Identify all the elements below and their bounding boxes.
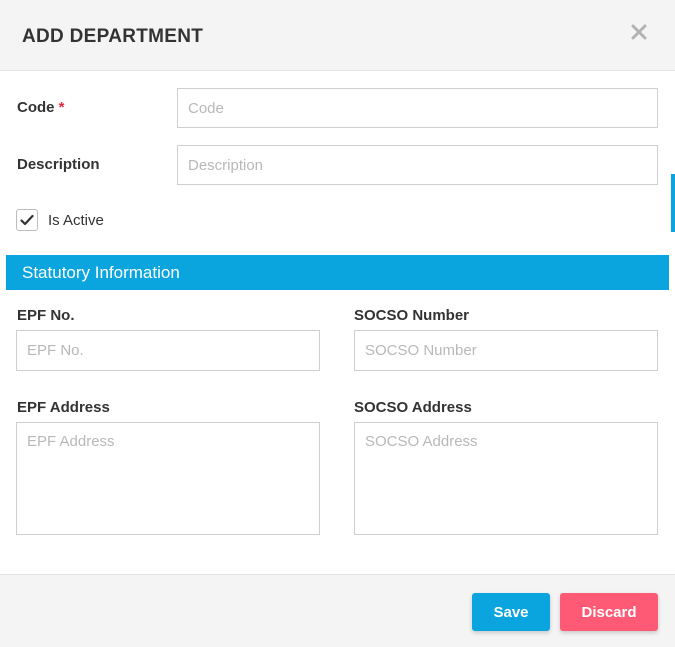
socso-address-textarea[interactable] <box>354 422 658 535</box>
code-label: Code * <box>17 99 65 116</box>
dialog-header: ADD DEPARTMENT <box>0 0 675 71</box>
socso-number-input[interactable] <box>354 330 658 371</box>
save-button[interactable]: Save <box>472 593 550 631</box>
close-icon <box>631 24 647 40</box>
scroll-edge <box>671 174 675 232</box>
section-title: Statutory Information <box>22 263 180 282</box>
socso-address-label: SOCSO Address <box>354 399 472 416</box>
checkmark-icon <box>20 214 34 226</box>
statutory-section-header: Statutory Information <box>6 255 669 290</box>
epf-no-input[interactable] <box>16 330 320 371</box>
dialog-title: ADD DEPARTMENT <box>22 26 204 47</box>
dialog-footer: Save Discard <box>0 574 675 647</box>
is-active-checkbox[interactable] <box>16 209 38 231</box>
epf-address-label: EPF Address <box>17 399 110 416</box>
code-input[interactable] <box>177 88 658 128</box>
epf-address-textarea[interactable] <box>16 422 320 535</box>
description-input[interactable] <box>177 145 658 185</box>
epf-no-label: EPF No. <box>17 307 75 324</box>
code-label-text: Code <box>17 99 55 116</box>
description-label: Description <box>17 156 100 173</box>
is-active-label: Is Active <box>48 212 104 229</box>
discard-button[interactable]: Discard <box>560 593 658 631</box>
required-mark: * <box>58 99 65 116</box>
socso-number-label: SOCSO Number <box>354 307 470 324</box>
close-button[interactable] <box>626 19 652 45</box>
